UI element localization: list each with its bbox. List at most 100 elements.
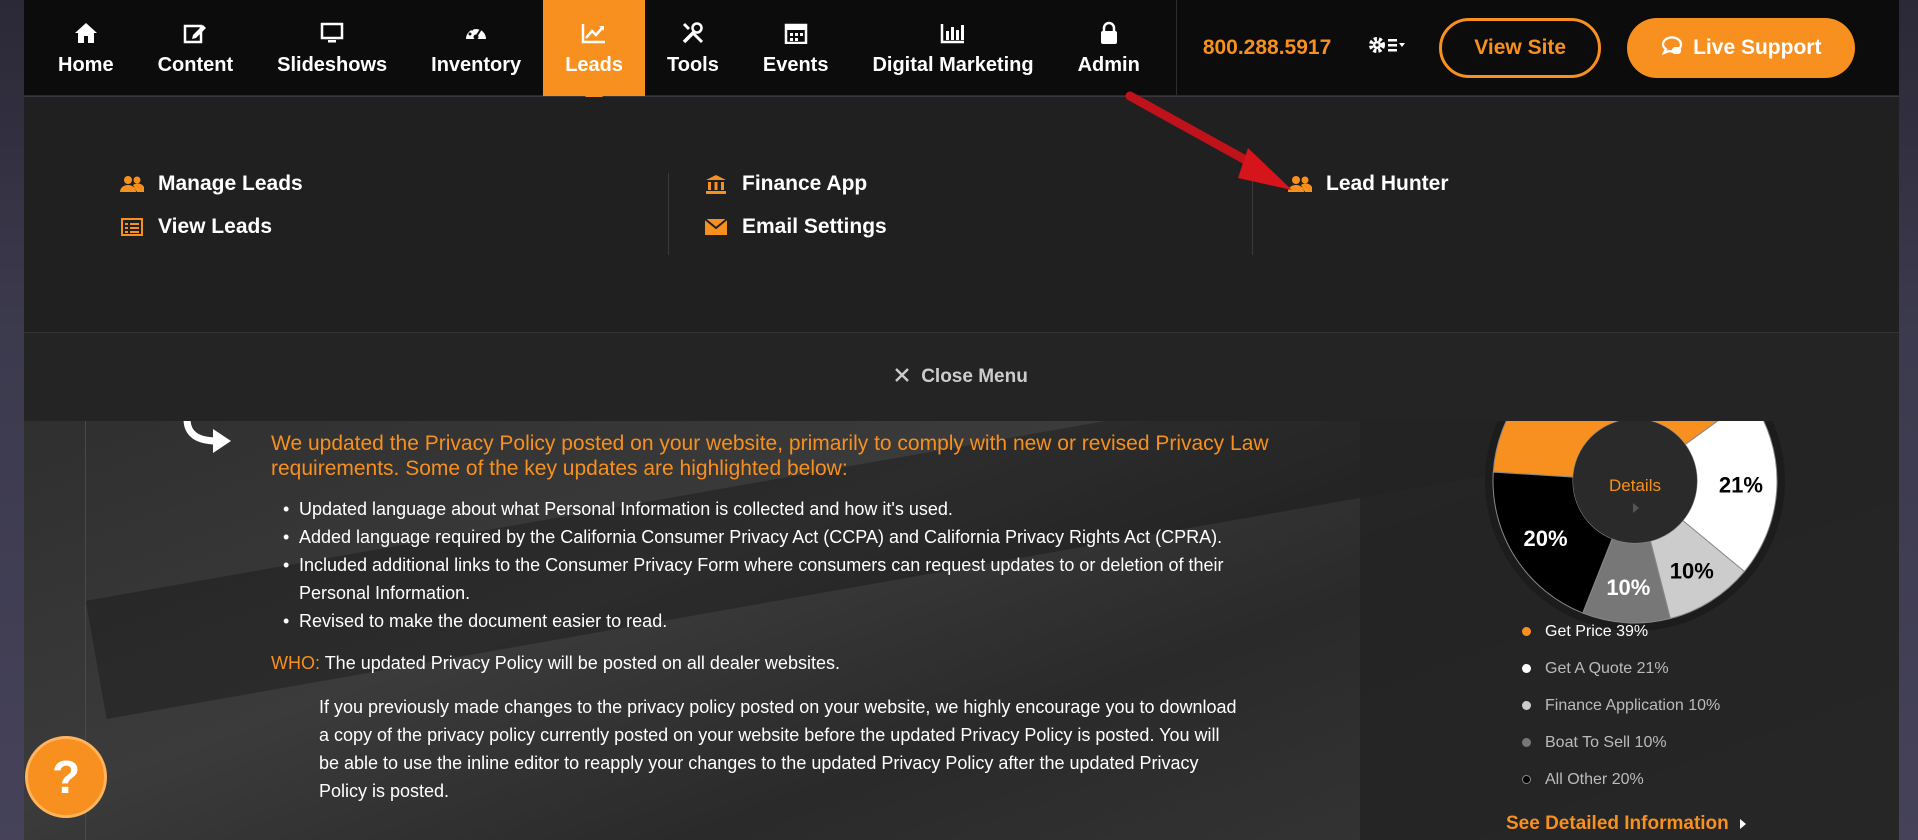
leads-pie-chart: Details 21% 10% 10% 20%	[1485, 421, 1785, 631]
gear-icon	[1367, 34, 1407, 61]
list-icon	[120, 218, 144, 236]
page-edge-left	[0, 0, 24, 840]
help-button[interactable]: ?	[25, 736, 107, 818]
nav-digital-marketing[interactable]: Digital Marketing	[850, 0, 1055, 96]
nav-digital-marketing-label: Digital Marketing	[872, 53, 1034, 76]
legend-item: Boat To Sell 10%	[1522, 724, 1720, 761]
bar-chart-icon	[940, 20, 966, 46]
edit-icon	[182, 20, 208, 46]
legend-label: Finance Application 10%	[1545, 696, 1721, 714]
legend-label: Get A Quote 21%	[1545, 659, 1669, 677]
annotation-arrow	[1125, 91, 1292, 190]
leads-mega-menu: Manage Leads View Leads Finance App Emai…	[24, 97, 1899, 333]
legend-item: Finance Application 10%	[1522, 687, 1720, 724]
privacy-article: We updated the Privacy Policy posted on …	[271, 431, 1271, 805]
pie-slice-label: 21%	[1719, 472, 1763, 497]
nav-leads-label: Leads	[565, 53, 623, 76]
phone-number[interactable]: 800.288.5917	[1177, 0, 1357, 95]
menu-email-settings[interactable]: Email Settings	[704, 215, 887, 238]
nav-admin-label: Admin	[1077, 53, 1140, 76]
menu-manage-leads-label: Manage Leads	[158, 172, 303, 195]
live-support-label: Live Support	[1693, 35, 1822, 59]
who-line: WHO: The updated Privacy Policy will be …	[271, 649, 1271, 677]
legend-label: Boat To Sell 10%	[1545, 733, 1667, 751]
envelope-icon	[704, 219, 728, 235]
pie-slice-label: 10%	[1670, 558, 1714, 583]
close-icon	[895, 366, 910, 388]
bullet-item: Revised to make the document easier to r…	[283, 607, 1271, 635]
page-content: We updated the Privacy Policy posted on …	[24, 421, 1899, 840]
close-menu-bar: Close Menu	[24, 333, 1899, 421]
article-headline: We updated the Privacy Policy posted on …	[271, 432, 1269, 480]
legend-dot	[1522, 664, 1531, 673]
home-icon	[73, 20, 99, 46]
menu-email-settings-label: Email Settings	[742, 215, 887, 238]
mega-column-1: Manage Leads View Leads	[120, 172, 303, 259]
menu-view-leads-label: View Leads	[158, 215, 273, 238]
nav-tools[interactable]: Tools	[645, 0, 741, 96]
settings-menu-button[interactable]	[1357, 0, 1417, 95]
pie-slice-label: 20%	[1523, 526, 1567, 551]
nav-tools-label: Tools	[667, 53, 719, 76]
bullet-item: Updated language about what Personal Inf…	[283, 495, 1271, 523]
close-menu-button[interactable]: Close Menu	[895, 366, 1028, 388]
leads-summary-panel: Details 21% 10% 10% 20% Get Price 39% Get A…	[1360, 421, 1899, 840]
legend-dot	[1522, 701, 1531, 710]
article-paragraph: If you previously made changes to the pr…	[319, 697, 1237, 801]
pie-details-link[interactable]: Details	[1609, 476, 1661, 495]
menu-manage-leads[interactable]: Manage Leads	[120, 172, 303, 195]
menu-lead-hunter-label: Lead Hunter	[1326, 172, 1449, 195]
update-bullets: Updated language about what Personal Inf…	[271, 495, 1271, 635]
caret-right-icon	[1739, 819, 1746, 829]
legend-dot	[1522, 627, 1531, 636]
legend-item: All Other 20%	[1522, 761, 1720, 798]
bullet-item: Included additional links to the Consume…	[283, 551, 1271, 607]
bullet-item: Added language required by the Californi…	[283, 523, 1271, 551]
legend-label: All Other 20%	[1545, 770, 1644, 788]
who-label: WHO:	[271, 653, 320, 673]
nav-slideshows-label: Slideshows	[277, 53, 388, 76]
menu-finance-app-label: Finance App	[742, 172, 868, 195]
monitor-icon	[319, 20, 345, 46]
calendar-icon	[783, 20, 809, 46]
see-more-label: See Detailed Information	[1506, 813, 1729, 834]
chat-icon	[1661, 35, 1683, 61]
nav-content-label: Content	[157, 53, 234, 76]
menu-lead-hunter[interactable]: Lead Hunter	[1288, 172, 1449, 195]
legend-item: Get Price 39%	[1522, 613, 1720, 650]
menu-finance-app[interactable]: Finance App	[704, 172, 887, 195]
pie-slice-label: 10%	[1606, 575, 1650, 600]
chart-legend: Get Price 39% Get A Quote 21% Finance Ap…	[1522, 613, 1720, 798]
legend-item: Get A Quote 21%	[1522, 650, 1720, 687]
close-menu-label: Close Menu	[921, 366, 1028, 387]
nav-events-label: Events	[762, 53, 829, 76]
menu-view-leads[interactable]: View Leads	[120, 215, 303, 238]
mega-column-2: Finance App Email Settings	[704, 172, 887, 259]
view-site-button[interactable]: View Site	[1439, 17, 1602, 78]
nav-events[interactable]: Events	[741, 0, 851, 96]
tools-icon	[680, 20, 706, 46]
legend-label: Get Price 39%	[1545, 622, 1649, 640]
legend-dot	[1522, 775, 1531, 784]
lock-icon	[1096, 20, 1122, 46]
users-icon	[120, 175, 144, 193]
bank-icon	[704, 174, 728, 194]
see-detailed-information-link[interactable]: See Detailed Information	[1506, 813, 1747, 835]
nav-inventory[interactable]: Inventory	[409, 0, 543, 96]
nav-slideshows[interactable]: Slideshows	[255, 0, 409, 96]
nav-inventory-label: Inventory	[431, 53, 522, 76]
mega-column-3: Lead Hunter	[1288, 172, 1449, 216]
curved-arrow-icon	[183, 421, 231, 453]
nav-home-label: Home	[58, 53, 114, 76]
who-text: The updated Privacy Policy will be poste…	[324, 653, 840, 673]
mega-divider-1	[668, 173, 669, 255]
nav-leads[interactable]: Leads	[543, 0, 645, 105]
dashboard-icon	[463, 20, 489, 46]
legend-dot	[1522, 738, 1531, 747]
nav-home[interactable]: Home	[36, 0, 136, 96]
chart-line-icon	[581, 20, 607, 46]
live-support-button[interactable]: Live Support	[1627, 17, 1856, 78]
nav-admin[interactable]: Admin	[1056, 0, 1162, 96]
top-navbar: Home Content Slideshows Inventory Leads …	[24, 0, 1899, 105]
nav-content[interactable]: Content	[136, 0, 256, 96]
